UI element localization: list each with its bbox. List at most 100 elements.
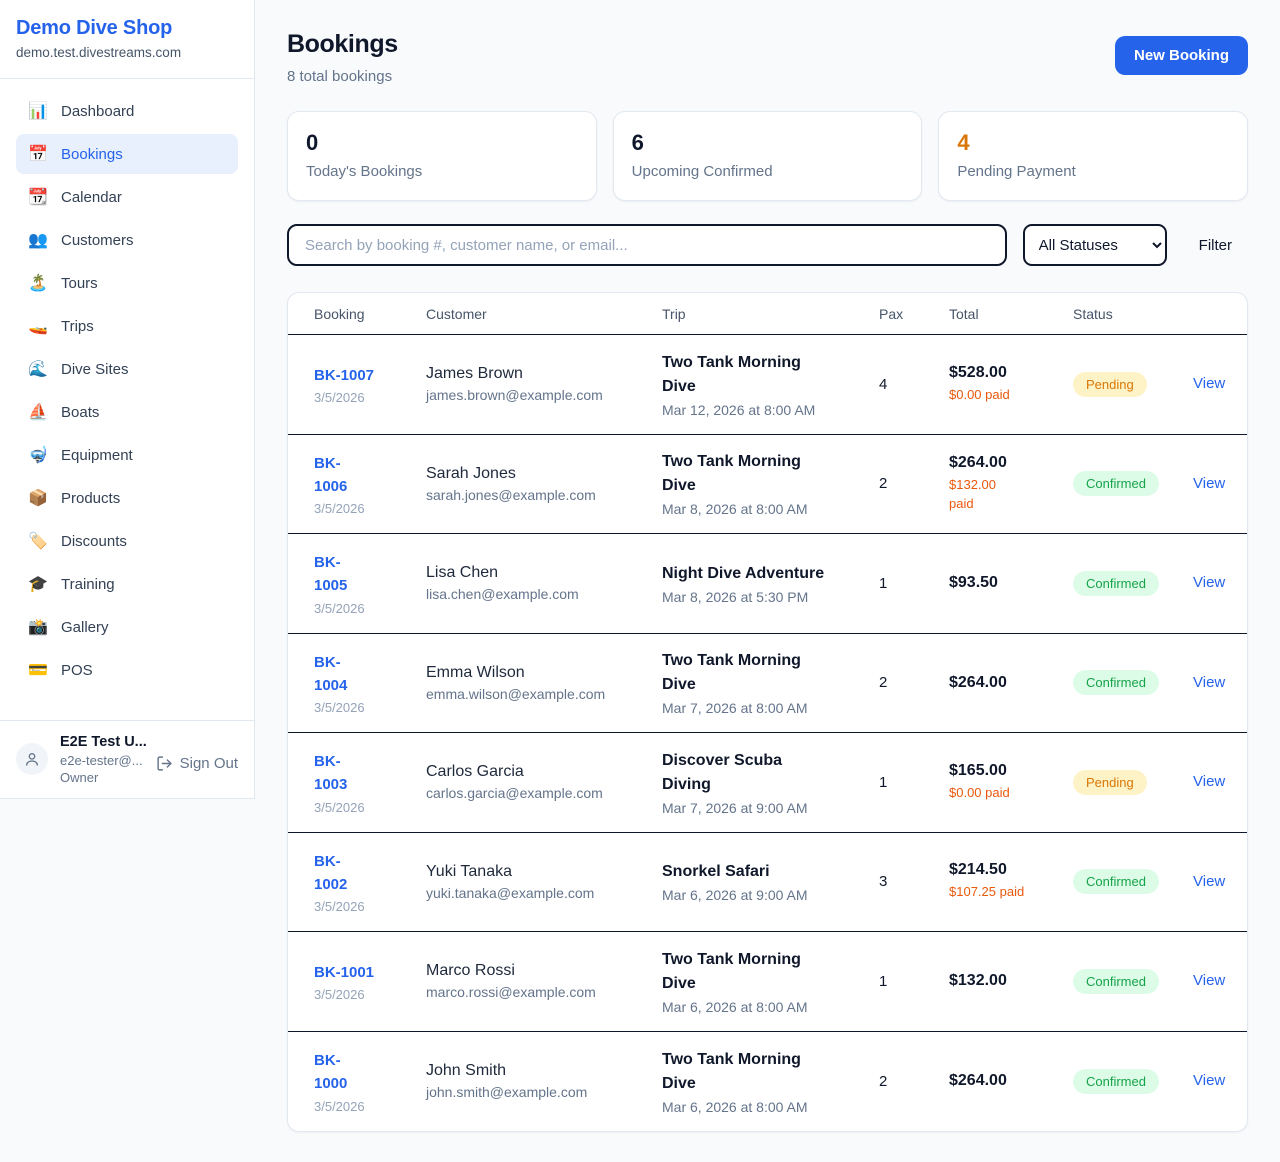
view-link[interactable]: View	[1193, 674, 1225, 691]
total-amount: $528.00	[949, 364, 1073, 382]
stat-label: Upcoming Confirmed	[632, 163, 904, 180]
sidebar-item-discounts[interactable]: 🏷️ Discounts	[16, 521, 238, 561]
page-title: Bookings	[287, 30, 398, 59]
booking-number-link[interactable]: BK-1001	[314, 964, 374, 981]
trip-datetime: Mar 8, 2026 at 8:00 AM	[662, 501, 879, 517]
booking-number-link[interactable]: BK-1000	[314, 1052, 347, 1092]
sidebar-item-gallery[interactable]: 📸 Gallery	[16, 607, 238, 647]
booking-number-link[interactable]: BK-1006	[314, 455, 347, 495]
table-row: BK-1006 3/5/2026 Sarah Jones sarah.jones…	[288, 435, 1247, 535]
table-row: BK-1000 3/5/2026 John Smith john.smith@e…	[288, 1032, 1247, 1132]
user-info: E2E Test U... e2e-tester@... Owner	[60, 734, 144, 785]
view-link[interactable]: View	[1193, 375, 1225, 392]
sidebar-item-training[interactable]: 🎓 Training	[16, 564, 238, 604]
trip-name: Two Tank Morning Dive	[662, 649, 832, 697]
sidebar-item-calendar[interactable]: 📆 Calendar	[16, 177, 238, 217]
speedboat-icon: 🚤	[28, 316, 48, 336]
tear-off-calendar-icon: 📆	[28, 187, 48, 207]
sidebar-item-label: POS	[61, 662, 93, 679]
view-link[interactable]: View	[1193, 773, 1225, 790]
customer-name: Lisa Chen	[426, 564, 662, 582]
shop-name[interactable]: Demo Dive Shop	[16, 17, 238, 40]
pax-count: 2	[879, 674, 949, 691]
customer-email: emma.wilson@example.com	[426, 686, 662, 702]
trip-name: Two Tank Morning Dive	[662, 1048, 832, 1096]
booking-date: 3/5/2026	[314, 800, 426, 815]
status-badge: Confirmed	[1073, 571, 1159, 596]
trip-datetime: Mar 12, 2026 at 8:00 AM	[662, 402, 879, 418]
sidebar-item-label: Products	[61, 490, 120, 507]
total-amount: $264.00	[949, 1072, 1073, 1090]
customer-email: carlos.garcia@example.com	[426, 785, 662, 801]
view-link[interactable]: View	[1193, 873, 1225, 890]
booking-number-link[interactable]: BK-1002	[314, 853, 347, 893]
sidebar-item-label: Discounts	[61, 533, 127, 550]
booking-number-link[interactable]: BK-1005	[314, 554, 347, 594]
sidebar-item-label: Bookings	[61, 146, 123, 163]
view-link[interactable]: View	[1193, 475, 1225, 492]
search-input[interactable]	[287, 224, 1007, 266]
trip-name: Discover Scuba Diving	[662, 749, 832, 797]
new-booking-button[interactable]: New Booking	[1115, 36, 1248, 75]
person-icon	[24, 751, 40, 767]
customer-email: marco.rossi@example.com	[426, 984, 662, 1000]
table-row: BK-1003 3/5/2026 Carlos Garcia carlos.ga…	[288, 733, 1247, 833]
sidebar-item-trips[interactable]: 🚤 Trips	[16, 306, 238, 346]
filter-button[interactable]: Filter	[1183, 237, 1248, 254]
paid-amount: $107.25 paid	[949, 883, 1029, 902]
diving-mask-icon: 🤿	[28, 445, 48, 465]
tag-icon: 🏷️	[28, 531, 48, 551]
sidebar-item-label: Calendar	[61, 189, 122, 206]
stat-label: Today's Bookings	[306, 163, 578, 180]
sidebar-item-dashboard[interactable]: 📊 Dashboard	[16, 91, 238, 131]
stat-value: 0	[306, 130, 578, 156]
column-header-status: Status	[1073, 306, 1193, 322]
sign-out-button[interactable]: Sign Out	[156, 755, 238, 772]
view-link[interactable]: View	[1193, 574, 1225, 591]
customer-name: Sarah Jones	[426, 465, 662, 483]
status-badge: Pending	[1073, 770, 1147, 795]
user-email: e2e-tester@...	[60, 753, 144, 768]
people-icon: 👥	[28, 230, 48, 250]
customer-email: lisa.chen@example.com	[426, 586, 662, 602]
sidebar-item-label: Gallery	[61, 619, 109, 636]
customer-name: Emma Wilson	[426, 664, 662, 682]
booking-date: 3/5/2026	[314, 987, 426, 1002]
sidebar-item-bookings[interactable]: 📅 Bookings	[16, 134, 238, 174]
sidebar-item-customers[interactable]: 👥 Customers	[16, 220, 238, 260]
trip-datetime: Mar 7, 2026 at 9:00 AM	[662, 800, 879, 816]
paid-amount: $0.00 paid	[949, 784, 1029, 803]
booking-date: 3/5/2026	[314, 390, 426, 405]
user-section: E2E Test U... e2e-tester@... Owner Sign …	[0, 720, 254, 798]
booking-number-link[interactable]: BK-1007	[314, 367, 374, 384]
view-link[interactable]: View	[1193, 972, 1225, 989]
sidebar-item-products[interactable]: 📦 Products	[16, 478, 238, 518]
sidebar-item-label: Training	[61, 576, 115, 593]
trip-datetime: Mar 6, 2026 at 8:00 AM	[662, 1099, 879, 1115]
sidebar-item-pos[interactable]: 💳 POS	[16, 650, 238, 690]
pax-count: 4	[879, 376, 949, 393]
sidebar-item-boats[interactable]: ⛵ Boats	[16, 392, 238, 432]
booking-number-link[interactable]: BK-1003	[314, 753, 347, 793]
filter-row: All Statuses Filter	[287, 224, 1248, 266]
sidebar-item-label: Dive Sites	[61, 361, 129, 378]
sidebar-item-label: Equipment	[61, 447, 133, 464]
status-badge: Confirmed	[1073, 869, 1159, 894]
sidebar-item-tours[interactable]: 🏝️ Tours	[16, 263, 238, 303]
total-amount: $165.00	[949, 762, 1073, 780]
sidebar-item-equipment[interactable]: 🤿 Equipment	[16, 435, 238, 475]
table-row: BK-1005 3/5/2026 Lisa Chen lisa.chen@exa…	[288, 534, 1247, 634]
sidebar-item-label: Trips	[61, 318, 94, 335]
customer-name: John Smith	[426, 1062, 662, 1080]
customer-name: Carlos Garcia	[426, 763, 662, 781]
view-link[interactable]: View	[1193, 1072, 1225, 1089]
sidebar-nav: 📊 Dashboard 📅 Bookings 📆 Calendar 👥 Cust…	[0, 79, 254, 720]
status-select[interactable]: All Statuses	[1023, 224, 1167, 266]
total-amount: $214.50	[949, 861, 1073, 879]
sidebar-item-dive-sites[interactable]: 🌊 Dive Sites	[16, 349, 238, 389]
pax-count: 2	[879, 1073, 949, 1090]
booking-number-link[interactable]: BK-1004	[314, 654, 347, 694]
page-header-text: Bookings 8 total bookings	[287, 30, 398, 85]
status-badge: Pending	[1073, 372, 1147, 397]
column-header-total: Total	[949, 306, 1073, 322]
